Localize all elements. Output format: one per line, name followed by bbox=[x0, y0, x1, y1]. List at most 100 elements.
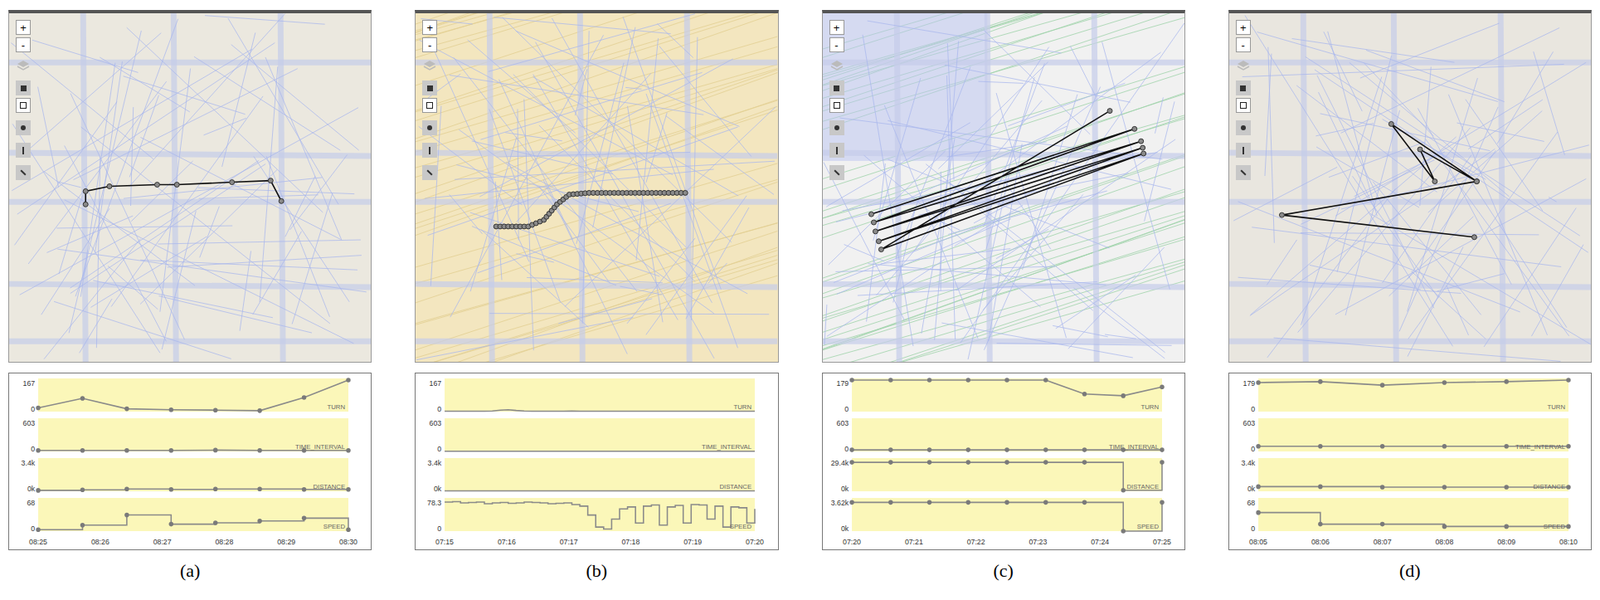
trajectory-point[interactable] bbox=[682, 189, 688, 195]
map-canvas[interactable] bbox=[1229, 13, 1591, 362]
trajectory-point[interactable] bbox=[1471, 234, 1477, 240]
svg-text:3.4k: 3.4k bbox=[427, 458, 443, 467]
map-controls: +- bbox=[15, 19, 31, 180]
svg-text:08:25: 08:25 bbox=[29, 537, 48, 546]
chart-row: 6030TIME_INTERVAL bbox=[429, 418, 755, 453]
zoom-button[interactable]: - bbox=[1235, 37, 1251, 53]
trajectory-point[interactable] bbox=[1417, 146, 1423, 152]
draw-box-icon[interactable] bbox=[829, 97, 845, 113]
draw-point-icon[interactable] bbox=[15, 80, 31, 96]
line-icon[interactable] bbox=[15, 142, 31, 158]
trajectory-point[interactable] bbox=[878, 247, 884, 253]
line-icon[interactable] bbox=[1235, 142, 1251, 158]
edit-icon[interactable] bbox=[1235, 165, 1251, 180]
svg-text:07:23: 07:23 bbox=[1028, 537, 1047, 546]
draw-box-icon[interactable] bbox=[1235, 97, 1251, 113]
svg-text:167: 167 bbox=[429, 379, 443, 388]
panel-caption: (d) bbox=[1228, 556, 1592, 584]
trajectory-point[interactable] bbox=[154, 182, 160, 188]
line-icon[interactable] bbox=[422, 142, 438, 158]
draw-point-icon[interactable] bbox=[1235, 80, 1251, 96]
svg-text:3.62k: 3.62k bbox=[830, 498, 849, 507]
trajectory-point[interactable] bbox=[106, 184, 112, 190]
draw-box-icon[interactable] bbox=[422, 97, 438, 113]
svg-text:0: 0 bbox=[844, 404, 849, 414]
trajectory-point[interactable] bbox=[174, 182, 180, 188]
trajectory-point[interactable] bbox=[1107, 108, 1113, 114]
layers-icon[interactable] bbox=[1235, 58, 1251, 73]
zoom-button[interactable]: + bbox=[829, 19, 845, 35]
svg-text:TURN: TURN bbox=[734, 403, 753, 411]
draw-point-icon[interactable] bbox=[422, 80, 438, 96]
zoom-button[interactable]: - bbox=[15, 37, 31, 53]
svg-text:603: 603 bbox=[1242, 418, 1255, 428]
figure: +-1670TURN6030TIME_INTERVAL3.4k0kDISTANC… bbox=[0, 0, 1600, 600]
trajectory-point[interactable] bbox=[1139, 145, 1145, 151]
svg-text:0k: 0k bbox=[433, 484, 443, 493]
svg-text:78.3: 78.3 bbox=[427, 498, 442, 507]
trajectory-point[interactable] bbox=[875, 238, 881, 244]
svg-text:08:08: 08:08 bbox=[1434, 537, 1454, 546]
map-view[interactable]: +- bbox=[8, 9, 372, 363]
edit-icon[interactable] bbox=[829, 165, 845, 180]
map-canvas[interactable] bbox=[415, 13, 778, 362]
trajectory-point[interactable] bbox=[278, 198, 284, 204]
layers-icon[interactable] bbox=[15, 58, 31, 73]
svg-text:07:21: 07:21 bbox=[904, 537, 923, 546]
svg-text:3.4k: 3.4k bbox=[21, 458, 36, 467]
trajectory-point[interactable] bbox=[1473, 179, 1479, 185]
map-view[interactable]: +- bbox=[821, 9, 1186, 363]
draw-box-icon[interactable] bbox=[15, 97, 31, 113]
marker-icon[interactable] bbox=[15, 120, 31, 136]
trajectory-point[interactable] bbox=[229, 179, 235, 185]
chart-row: 1670TURN bbox=[429, 378, 755, 414]
svg-text:07:22: 07:22 bbox=[966, 537, 985, 546]
marker-icon[interactable] bbox=[422, 120, 438, 136]
trajectory-point[interactable] bbox=[267, 178, 273, 184]
svg-text:0: 0 bbox=[30, 524, 35, 533]
svg-text:0: 0 bbox=[437, 444, 443, 453]
svg-text:179: 179 bbox=[836, 379, 849, 388]
chart-row: 680SPEED bbox=[26, 497, 351, 533]
map-canvas[interactable] bbox=[822, 13, 1185, 362]
trajectory-point[interactable] bbox=[1473, 179, 1479, 185]
zoom-button[interactable]: - bbox=[829, 37, 845, 53]
trajectory-point[interactable] bbox=[1388, 121, 1394, 127]
trajectory-point[interactable] bbox=[870, 219, 876, 225]
chart-panel: 1790TURN6030TIME_INTERVAL3.4k0kDISTANCE6… bbox=[1228, 372, 1592, 550]
zoom-button[interactable]: + bbox=[422, 19, 438, 35]
trajectory-point[interactable] bbox=[1131, 126, 1137, 132]
trajectory-point[interactable] bbox=[1432, 179, 1438, 185]
svg-text:68: 68 bbox=[26, 498, 35, 507]
marker-icon[interactable] bbox=[1235, 120, 1251, 136]
marker-icon[interactable] bbox=[829, 120, 845, 136]
trajectory-point[interactable] bbox=[1140, 150, 1146, 156]
svg-text:DISTANCE: DISTANCE bbox=[1532, 482, 1566, 491]
zoom-button[interactable]: + bbox=[15, 19, 31, 35]
svg-text:167: 167 bbox=[23, 379, 36, 388]
svg-text:0: 0 bbox=[30, 404, 35, 414]
trajectory-point[interactable] bbox=[1137, 138, 1143, 144]
trajectory-point[interactable] bbox=[82, 188, 88, 194]
zoom-button[interactable]: - bbox=[422, 37, 438, 53]
layers-icon[interactable] bbox=[422, 58, 438, 73]
chart-row: 6030TIME_INTERVAL bbox=[1242, 418, 1571, 453]
svg-text:07:15: 07:15 bbox=[435, 537, 454, 546]
trajectory-point[interactable] bbox=[868, 211, 874, 217]
trajectory-point[interactable] bbox=[82, 201, 88, 207]
zoom-button[interactable]: + bbox=[1235, 19, 1251, 35]
chart-row: 3.4k0kDISTANCE bbox=[1240, 457, 1571, 493]
svg-text:DISTANCE: DISTANCE bbox=[719, 482, 753, 491]
edit-icon[interactable] bbox=[15, 165, 31, 180]
trajectory-point[interactable] bbox=[872, 228, 878, 234]
map-view[interactable]: +- bbox=[414, 9, 779, 363]
line-icon[interactable] bbox=[829, 142, 845, 158]
trajectory-point[interactable] bbox=[1279, 212, 1284, 218]
draw-point-icon[interactable] bbox=[829, 80, 845, 96]
layers-icon[interactable] bbox=[829, 58, 845, 73]
edit-icon[interactable] bbox=[422, 165, 438, 180]
map-canvas[interactable] bbox=[9, 13, 371, 362]
svg-text:08:06: 08:06 bbox=[1311, 537, 1330, 546]
svg-text:0k: 0k bbox=[1247, 484, 1256, 493]
map-view[interactable]: +- bbox=[1228, 9, 1592, 363]
